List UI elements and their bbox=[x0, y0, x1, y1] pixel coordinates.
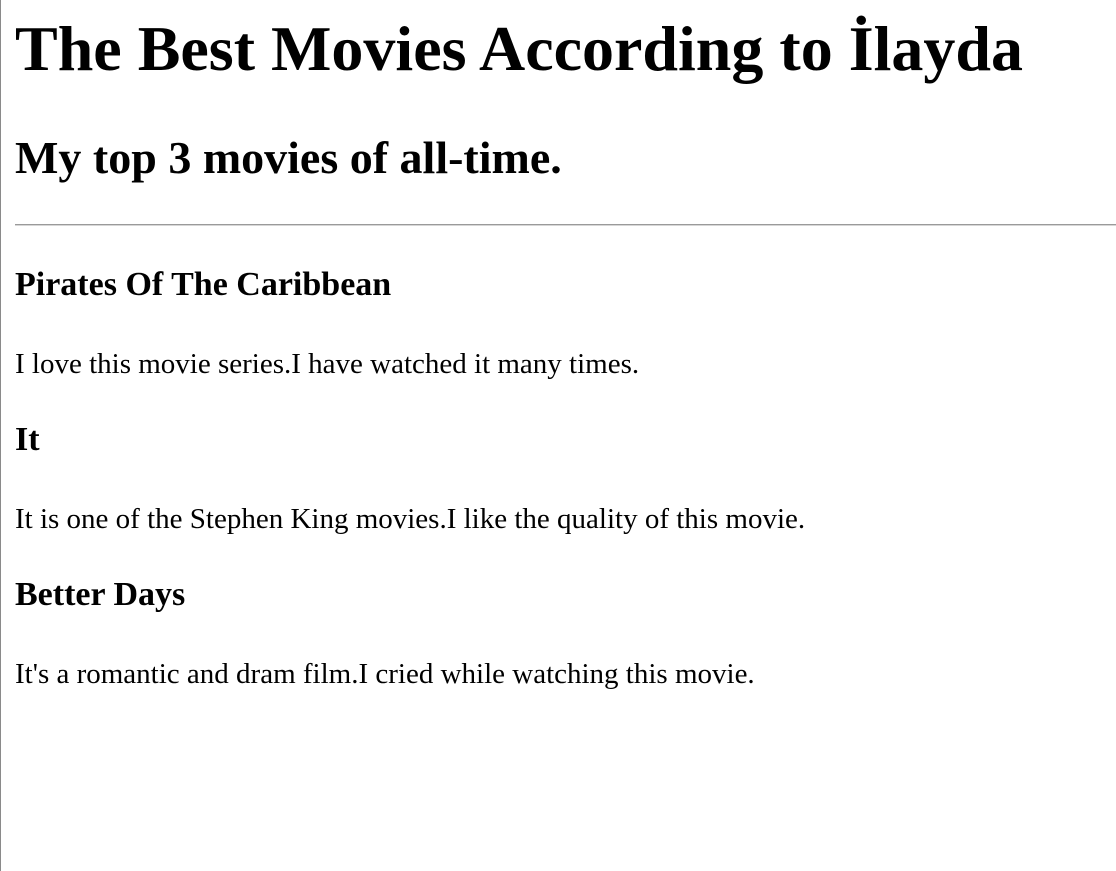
movie-item-pirates-of-the-caribbean: Pirates Of The Caribbean I love this mov… bbox=[15, 266, 1116, 421]
movie-title: It bbox=[15, 421, 40, 458]
movie-description: It is one of the Stephen King movies.I l… bbox=[15, 503, 806, 535]
movie-item-better-days: Better Days It's a romantic and dram fil… bbox=[15, 576, 1116, 731]
page-subtitle: My top 3 movies of all-time. bbox=[15, 132, 562, 183]
movie-title: Pirates Of The Caribbean bbox=[15, 266, 392, 303]
page-title: The Best Movies According to İlayda bbox=[15, 13, 1023, 84]
movie-title: Better Days bbox=[15, 576, 186, 613]
horizontal-divider bbox=[15, 224, 1116, 226]
movie-list: Pirates Of The Caribbean I love this mov… bbox=[15, 266, 1116, 731]
movie-description: I love this movie series.I have watched … bbox=[15, 348, 640, 380]
window-left-border bbox=[0, 0, 1, 871]
movie-item-it: It It is one of the Stephen King movies.… bbox=[15, 421, 1116, 576]
movie-description: It's a romantic and dram film.I cried wh… bbox=[15, 658, 755, 690]
